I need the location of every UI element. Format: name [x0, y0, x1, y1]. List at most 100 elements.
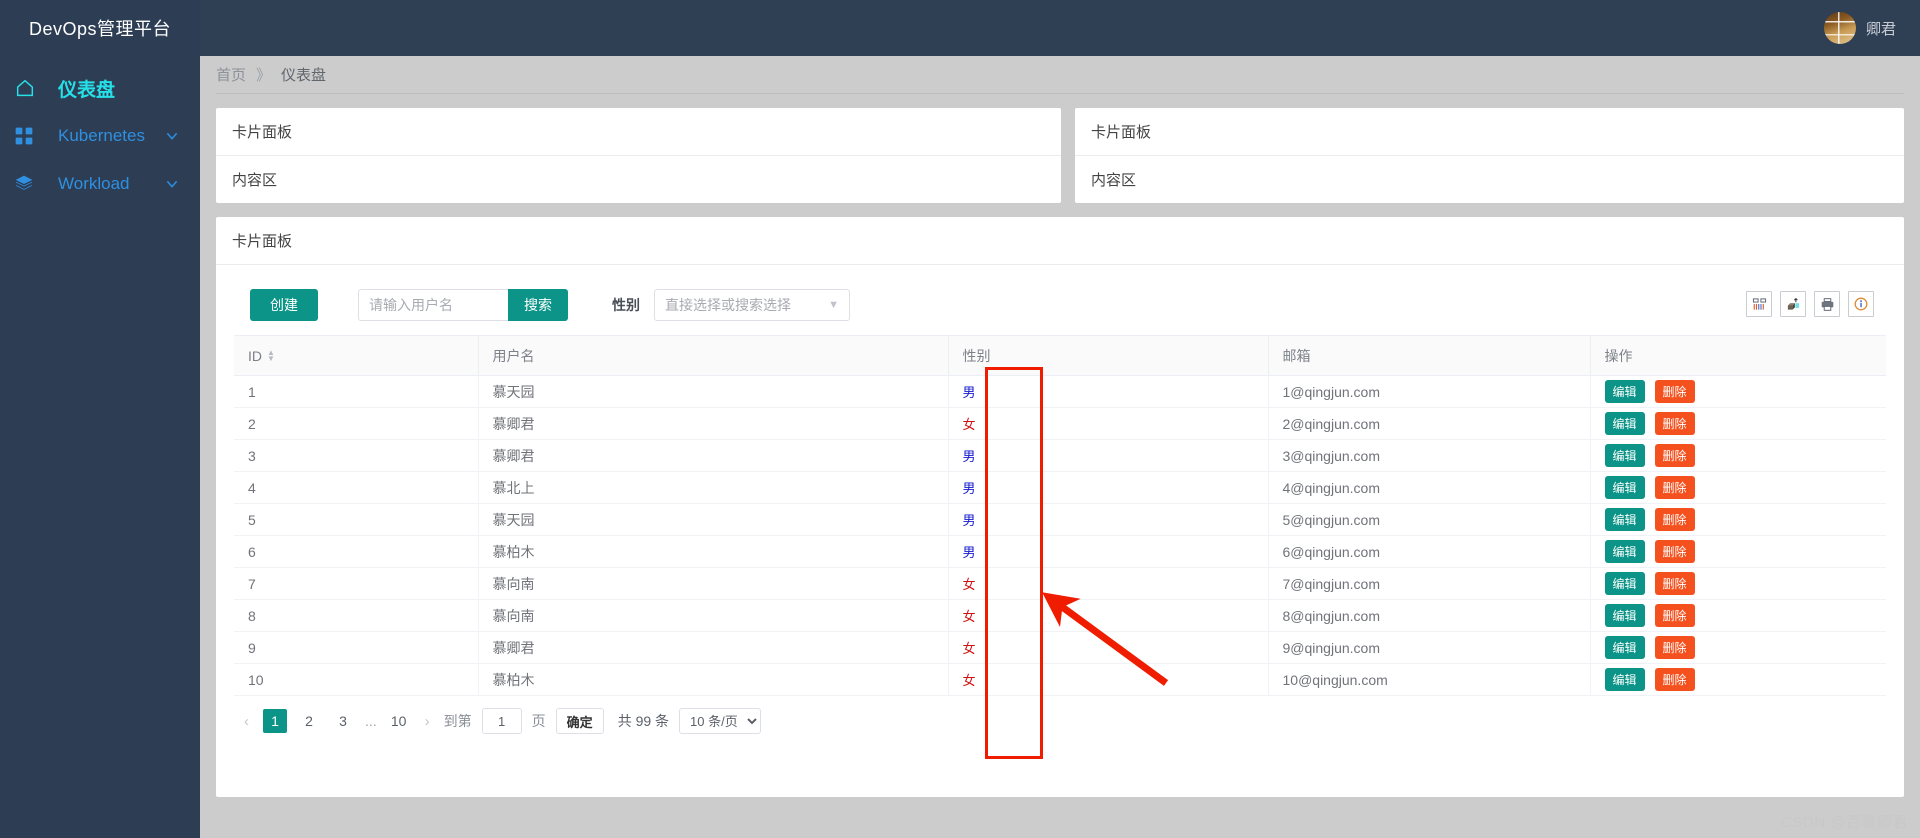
gender-select[interactable]: 直接选择或搜索选择 ▼: [654, 289, 850, 321]
cell-username: 慕卿君: [478, 439, 949, 472]
pagination-prev-icon[interactable]: ‹: [240, 713, 253, 730]
pagination-next-icon[interactable]: ›: [421, 713, 434, 730]
column-header-gender: 性别: [948, 335, 1269, 376]
pagination-goto-prefix: 到第: [443, 713, 472, 729]
cell-gender: 女: [948, 407, 1269, 440]
delete-button[interactable]: 删除: [1654, 380, 1695, 403]
chevron-down-icon: ▼: [828, 299, 839, 311]
card-panel-right: 卡片面板 内容区: [1075, 108, 1904, 203]
table-row: 8 慕向南女 8@qingjun.com 编辑 删除: [234, 599, 1886, 632]
gender-value: 男: [962, 513, 976, 528]
card-header: 卡片面板: [216, 108, 1061, 156]
cell-actions: 编辑 删除: [1590, 407, 1886, 440]
delete-button[interactable]: 删除: [1654, 540, 1695, 563]
cell-actions: 编辑 删除: [1590, 439, 1886, 472]
gender-value: 男: [962, 545, 976, 560]
column-header-id[interactable]: ID ▲ ▼: [234, 335, 479, 376]
delete-button[interactable]: 删除: [1654, 668, 1695, 691]
chevron-down-icon[interactable]: [164, 176, 180, 192]
create-button[interactable]: 创建: [250, 289, 318, 321]
delete-button[interactable]: 删除: [1654, 444, 1695, 467]
delete-button[interactable]: 删除: [1654, 412, 1695, 435]
top-cards-row: 卡片面板 内容区 卡片面板 内容区: [216, 108, 1904, 203]
cell-email: 3@qingjun.com: [1268, 439, 1591, 472]
card-panel-table: 卡片面板 创建 搜索 性别 直接选择或搜索选择 ▼: [216, 217, 1904, 797]
table-toolbar: 创建 搜索 性别 直接选择或搜索选择 ▼: [234, 281, 1886, 335]
cell-email: 4@qingjun.com: [1268, 471, 1591, 504]
table-row: 4 慕北上男 4@qingjun.com 编辑 删除: [234, 471, 1886, 504]
sidebar-item-workload[interactable]: Workload: [0, 160, 200, 208]
edit-button[interactable]: 编辑: [1604, 444, 1645, 467]
pagination-page-last[interactable]: 10: [387, 709, 411, 733]
sidebar-item-dashboard[interactable]: 仪表盘: [0, 64, 200, 112]
pagination-ellipsis[interactable]: ...: [365, 713, 377, 729]
cell-username: 慕卿君: [478, 631, 949, 664]
search-button[interactable]: 搜索: [508, 289, 568, 321]
pagination: ‹ 1 2 3 ... 10 › 到第 页 确定 共 99 条 10 条/页: [234, 696, 1886, 734]
cell-gender: 男: [948, 471, 1269, 504]
delete-button[interactable]: 删除: [1654, 636, 1695, 659]
sidebar-item-label: Kubernetes: [58, 126, 145, 145]
edit-button[interactable]: 编辑: [1604, 540, 1645, 563]
topbar: 卿君: [200, 0, 1920, 56]
pagination-page-1[interactable]: 1: [263, 709, 287, 733]
cell-id: 6: [234, 535, 479, 568]
table-row: 7 慕向南女 7@qingjun.com 编辑 删除: [234, 567, 1886, 600]
card-panel-left: 卡片面板 内容区: [216, 108, 1061, 203]
app-brand-title: DevOps管理平台: [0, 0, 200, 56]
layers-icon: [14, 174, 48, 194]
search-input[interactable]: [358, 289, 508, 321]
page-size-select[interactable]: 10 条/页: [679, 708, 762, 734]
cell-id: 1: [234, 375, 479, 408]
delete-button[interactable]: 删除: [1654, 508, 1695, 531]
cell-gender: 女: [948, 599, 1269, 632]
columns-icon[interactable]: [1746, 291, 1772, 317]
pagination-confirm-button[interactable]: 确定: [555, 708, 604, 734]
cell-id: 5: [234, 503, 479, 536]
chevron-down-icon[interactable]: [164, 128, 180, 144]
delete-button[interactable]: 删除: [1654, 476, 1695, 499]
edit-button[interactable]: 编辑: [1604, 572, 1645, 595]
edit-button[interactable]: 编辑: [1604, 668, 1645, 691]
edit-button[interactable]: 编辑: [1604, 508, 1645, 531]
export-icon[interactable]: [1780, 291, 1806, 317]
app-root: DevOps管理平台 仪表盘 Kubernetes Workload 卿君 首页…: [0, 0, 1920, 838]
table-row: 3 慕卿君男 3@qingjun.com 编辑 删除: [234, 439, 1886, 472]
delete-button[interactable]: 删除: [1654, 604, 1695, 627]
edit-button[interactable]: 编辑: [1604, 604, 1645, 627]
edit-button[interactable]: 编辑: [1604, 636, 1645, 659]
cell-gender: 女: [948, 663, 1269, 696]
sidebar-item-label: Workload: [58, 174, 130, 193]
table-row: 5 慕天园男 5@qingjun.com 编辑 删除: [234, 503, 1886, 536]
info-icon[interactable]: [1848, 291, 1874, 317]
delete-button[interactable]: 删除: [1654, 572, 1695, 595]
breadcrumb-home[interactable]: 首页: [216, 64, 246, 85]
edit-button[interactable]: 编辑: [1604, 380, 1645, 403]
gender-value: 女: [962, 577, 976, 592]
cell-id: 3: [234, 439, 479, 472]
cell-email: 10@qingjun.com: [1268, 663, 1591, 696]
gender-value: 女: [962, 673, 976, 688]
edit-button[interactable]: 编辑: [1604, 412, 1645, 435]
pagination-page-2[interactable]: 2: [297, 709, 321, 733]
user-menu[interactable]: 卿君: [1823, 12, 1896, 44]
table-row: 2 慕卿君女 2@qingjun.com 编辑 删除: [234, 407, 1886, 440]
column-header-actions: 操作: [1590, 335, 1886, 376]
cell-actions: 编辑 删除: [1590, 663, 1886, 696]
pagination-page-3[interactable]: 3: [331, 709, 355, 733]
cell-gender: 女: [948, 567, 1269, 600]
cell-username: 慕天园: [478, 375, 949, 408]
table-body: 1 慕天园男 1@qingjun.com 编辑 删除 2 慕卿君女 2@qingjun.com…: [234, 375, 1886, 696]
cell-actions: 编辑 删除: [1590, 375, 1886, 408]
cell-username: 慕向南: [478, 567, 949, 600]
cell-id: 8: [234, 599, 479, 632]
cell-email: 2@qingjun.com: [1268, 407, 1591, 440]
gender-value: 女: [962, 417, 976, 432]
pagination-goto-input[interactable]: [481, 708, 522, 734]
cell-username: 慕天园: [478, 503, 949, 536]
print-icon[interactable]: [1814, 291, 1840, 317]
cell-username: 慕柏木: [478, 535, 949, 568]
sidebar-item-kubernetes[interactable]: Kubernetes: [0, 112, 200, 160]
edit-button[interactable]: 编辑: [1604, 476, 1645, 499]
sort-arrows-icon[interactable]: ▲ ▼: [267, 348, 275, 362]
